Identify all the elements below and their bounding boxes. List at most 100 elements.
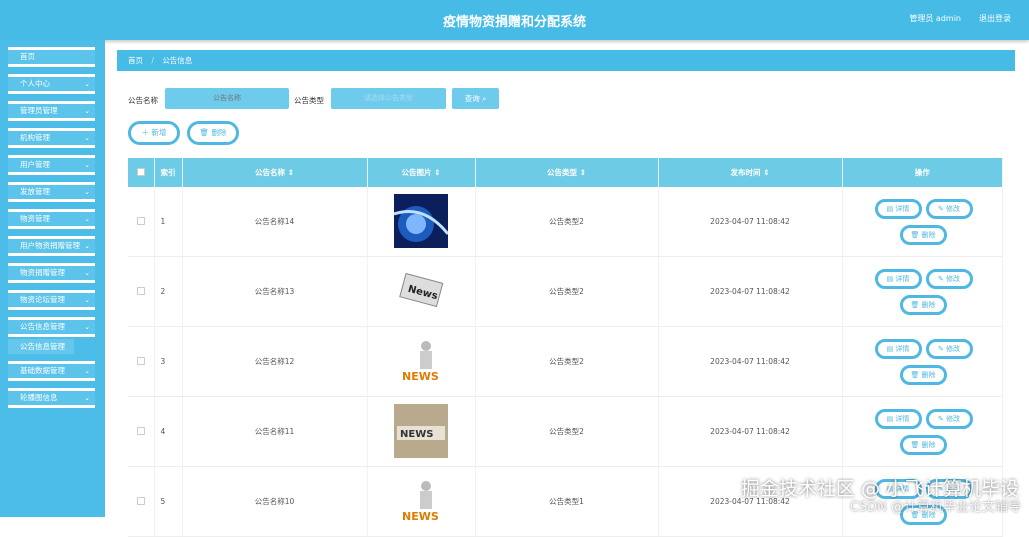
chevron-down-icon: ⌄ (84, 188, 90, 196)
col-time[interactable]: 发布时间 ⇕ (658, 158, 843, 187)
top-header: 疫情物资捐赠和分配系统 管理员 admin 退出登录 (0, 0, 1029, 40)
sidebar-item[interactable]: 物资论坛管理 ⌄ (8, 290, 95, 310)
svg-text:NEWS: NEWS (402, 510, 439, 523)
detail-button[interactable]: ▤ 详情 (874, 339, 922, 359)
row-index: 4 (154, 396, 183, 467)
chevron-down-icon: ⌄ (84, 367, 90, 375)
row-image: News (367, 256, 476, 327)
row-checkbox[interactable] (136, 496, 145, 505)
row-index: 1 (154, 187, 183, 257)
detail-button[interactable]: ▤ 详情 (874, 269, 922, 289)
sidebar: 首页 个人中心 ⌄ 管理员管理 ⌄ 机构管理 ⌄ 用户管理 ⌄ 发放管理 ⌄ 物资管理 ⌄ 用户物资捐赠管… (0, 40, 105, 517)
row-image (367, 187, 476, 257)
table-row: 3 公告名称12 NEWS 公告类型2 2023-04-07 11:08:42 … (128, 326, 1003, 397)
col-name[interactable]: 公告名称 ⇕ (182, 158, 368, 187)
chevron-down-icon: ⌄ (84, 80, 90, 88)
announcement-image: NEWS (394, 333, 448, 390)
col-image[interactable]: 公告图片 ⇕ (367, 158, 476, 187)
delete-button[interactable]: 🗑 删除 (899, 225, 947, 245)
name-search-input[interactable] (165, 88, 289, 109)
row-type: 公告类型1 (475, 466, 659, 537)
breadcrumb-separator: / (151, 56, 154, 65)
sidebar-item-label: 物资管理 (20, 214, 50, 223)
sidebar-item[interactable]: 公告信息管理 ⌄ (8, 317, 95, 337)
row-index: 2 (154, 256, 183, 327)
add-button[interactable]: ＋ 新增 (128, 121, 180, 145)
sidebar-item[interactable]: 发放管理 ⌄ (8, 182, 95, 202)
search-button[interactable]: 查询 ⌕ (452, 88, 499, 109)
sidebar-item[interactable]: 轮播图信息 ⌄ (8, 388, 95, 408)
col-type[interactable]: 公告类型 ⇕ (475, 158, 659, 187)
svg-text:NEWS: NEWS (400, 429, 433, 440)
sidebar-item-label: 物资论坛管理 (20, 295, 65, 304)
row-image: NEWS (367, 396, 476, 467)
chevron-down-icon: ⌄ (84, 323, 90, 331)
edit-button[interactable]: ✎ 修改 (925, 409, 973, 429)
sidebar-item[interactable]: 个人中心 ⌄ (8, 74, 95, 94)
announcement-table: 索引 公告名称 ⇕ 公告图片 ⇕ 公告类型 ⇕ 发布时间 ⇕ 操作 1 公告名称… (128, 158, 1003, 537)
select-all-checkbox[interactable] (136, 167, 145, 176)
sidebar-item[interactable]: 管理员管理 ⌄ (8, 101, 95, 121)
delete-button[interactable]: 🗑 删除 (899, 295, 947, 315)
type-select[interactable]: 请选择公告类型 (331, 88, 446, 109)
sidebar-item-label: 机构管理 (20, 133, 50, 142)
delete-button[interactable]: 🗑 删除 (899, 365, 947, 385)
logout-link[interactable]: 退出登录 (979, 14, 1011, 23)
row-time: 2023-04-07 11:08:42 (658, 256, 843, 327)
chevron-down-icon: ⌄ (84, 242, 90, 250)
sidebar-item[interactable]: 首页 (8, 47, 95, 67)
col-actions: 操作 (842, 158, 1003, 187)
row-type: 公告类型2 (475, 396, 659, 467)
name-label: 公告名称 (128, 96, 158, 105)
table-row: 2 公告名称13 News 公告类型2 2023-04-07 11:08:42 … (128, 256, 1003, 327)
detail-button[interactable]: ▤ 详情 (874, 199, 922, 219)
sidebar-item[interactable]: 基础数据管理 ⌄ (8, 361, 95, 381)
row-image: NEWS (367, 326, 476, 397)
row-index: 3 (154, 326, 183, 397)
edit-button[interactable]: ✎ 修改 (925, 339, 973, 359)
sidebar-item-label: 首页 (20, 52, 35, 61)
sidebar-item[interactable]: 物资管理 ⌄ (8, 209, 95, 229)
col-index: 索引 (154, 158, 183, 187)
chevron-down-icon: ⌄ (84, 269, 90, 277)
sidebar-item-label: 基础数据管理 (20, 366, 65, 375)
row-checkbox[interactable] (136, 356, 145, 365)
svg-text:NEWS: NEWS (402, 370, 439, 383)
row-image: NEWS (367, 466, 476, 537)
row-time: 2023-04-07 11:08:42 (658, 326, 843, 397)
edit-button[interactable]: ✎ 修改 (925, 269, 973, 289)
row-name: 公告名称11 (182, 396, 368, 467)
row-type: 公告类型2 (475, 187, 659, 257)
row-name: 公告名称12 (182, 326, 368, 397)
bulk-delete-button[interactable]: 🗑 删除 (187, 121, 239, 145)
row-type: 公告类型2 (475, 326, 659, 397)
sidebar-item[interactable]: 用户物资捐赠管理 ⌄ (8, 236, 95, 256)
chevron-down-icon: ⌄ (84, 107, 90, 115)
row-checkbox[interactable] (136, 216, 145, 225)
row-type: 公告类型2 (475, 256, 659, 327)
chevron-down-icon: ⌄ (84, 161, 90, 169)
row-checkbox[interactable] (136, 426, 145, 435)
sidebar-item[interactable]: 物资捐赠管理 ⌄ (8, 263, 95, 283)
sidebar-subitem-active[interactable]: 公告信息管理 (8, 339, 74, 354)
row-index: 5 (154, 466, 183, 537)
sidebar-item-label: 个人中心 (20, 79, 50, 88)
row-name: 公告名称10 (182, 466, 368, 537)
breadcrumb-home[interactable]: 首页 (128, 56, 143, 65)
delete-button[interactable]: 🗑 删除 (899, 435, 947, 455)
edit-button[interactable]: ✎ 修改 (925, 199, 973, 219)
sidebar-item[interactable]: 用户管理 ⌄ (8, 155, 95, 175)
sidebar-item[interactable]: 机构管理 ⌄ (8, 128, 95, 148)
breadcrumb: 首页 / 公告信息 (117, 50, 1015, 71)
announcement-image (394, 193, 448, 250)
chevron-down-icon: ⌄ (84, 134, 90, 142)
chevron-down-icon: ⌄ (84, 215, 90, 223)
row-checkbox[interactable] (136, 286, 145, 295)
table-row: 1 公告名称14 公告类型2 2023-04-07 11:08:42 ▤ 详情 … (128, 187, 1003, 257)
detail-button[interactable]: ▤ 详情 (874, 409, 922, 429)
sidebar-item-label: 用户物资捐赠管理 (20, 241, 80, 250)
row-name: 公告名称14 (182, 187, 368, 257)
announcement-image: News (394, 263, 448, 320)
app-title: 疫情物资捐赠和分配系统 (442, 15, 586, 30)
current-user: 管理员 admin (909, 14, 961, 23)
